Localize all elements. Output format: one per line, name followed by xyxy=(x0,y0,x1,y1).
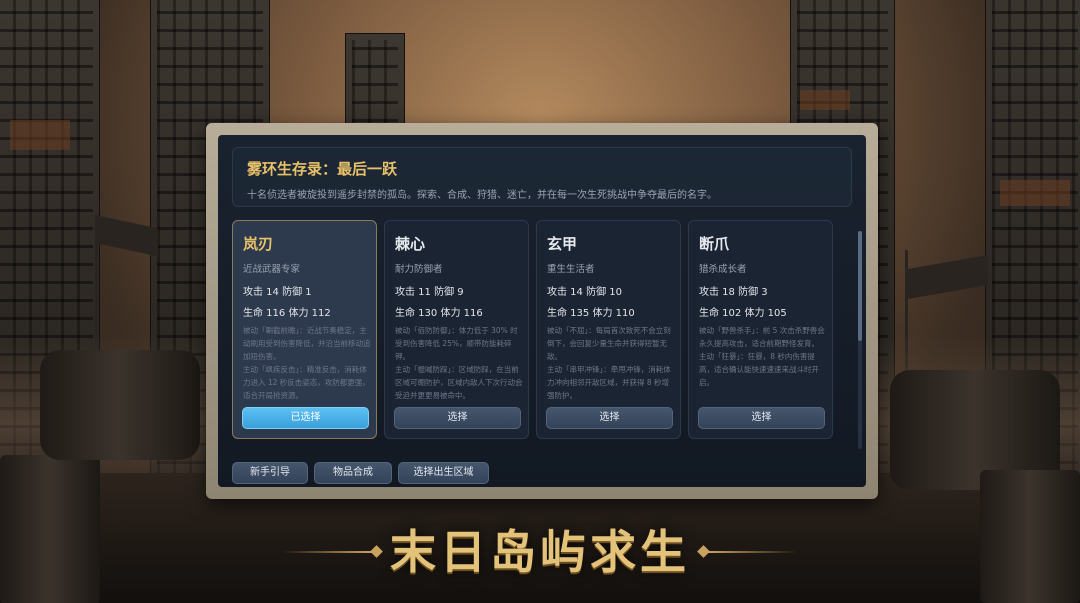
game-subtitle: 十名侦选者被旋投到遥步封禁的孤岛。探索、合成、狩猎、迷亡，并在每一次生死挑战中争… xyxy=(247,190,717,201)
character-name: 断爪 xyxy=(699,235,730,253)
banner-divider-left xyxy=(282,551,372,553)
card-scrollbar[interactable] xyxy=(858,231,862,449)
character-card-duanzhua[interactable]: 断爪 猎杀成长者 攻击 18 防御 3 生命 102 体力 105 被动「野兽杀… xyxy=(688,220,833,439)
character-active-skill: 主动「狂暴」：狂暴，8 秒内伤害提高，适合确认能快速速速来战斗时开启。 xyxy=(699,352,819,387)
character-role: 耐力防御者 xyxy=(395,264,443,275)
character-select-panel: 雾环生存录：最后一跃 十名侦选者被旋投到遥步封禁的孤岛。探索、合成、狩猎、迷亡，… xyxy=(218,135,866,487)
character-passive-skill: 被动「不屈」：每局首次致死不会立刻倒下，会回复少量生命并获得短暂无敌。 xyxy=(547,326,671,361)
game-title: 雾环生存录：最后一跃 xyxy=(247,160,398,178)
character-role: 近战武器专家 xyxy=(243,264,301,275)
character-passive-skill: 被动「野兽杀手」：前 5 次击杀野兽会永久提高攻击，适合前期野怪发育。 xyxy=(699,326,825,348)
character-skills: 被动「佰防防御」：体力低于 30% 时受到伤害降低 25%，顺带防能耗碎钾。 主… xyxy=(395,324,523,400)
character-passive-skill: 被动「唰截前瞻」：近战节奏稳定，主动刷用受到伤害降低，并沿当前移动追加短伤害。 xyxy=(243,326,371,361)
character-role: 重生生活者 xyxy=(547,264,595,275)
character-select-frame: 雾环生存录：最后一跃 十名侦选者被旋投到遥步封禁的孤岛。探索、合成、狩猎、迷亡，… xyxy=(206,123,878,499)
character-card-jixin[interactable]: 棘心 耐力防御者 攻击 11 防御 9 生命 130 体力 116 被动「佰防防… xyxy=(384,220,529,439)
game-header: 雾环生存录：最后一跃 十名侦选者被旋投到遥步封禁的孤岛。探索、合成、狩猎、迷亡，… xyxy=(232,147,852,207)
banner-divider-right xyxy=(708,551,798,553)
banner-ornament-left xyxy=(370,545,383,558)
character-name: 岚刃 xyxy=(243,235,274,253)
character-hp-stamina: 生命 135 体力 110 xyxy=(547,308,635,319)
selected-button[interactable]: 已选择 xyxy=(242,407,369,429)
select-button[interactable]: 选择 xyxy=(698,407,825,429)
character-hp-stamina: 生命 130 体力 116 xyxy=(395,308,483,319)
character-active-skill: 主动「串甲冲锋」：牵甩冲锋，消耗体力冲向相邻开敌区域，并获得 8 秒增强防护。 xyxy=(547,365,671,400)
character-attack-defense: 攻击 18 防御 3 xyxy=(699,287,768,298)
character-skills: 被动「不屈」：每局首次致死不会立刻倒下，会回复少量生命并获得短暂无敌。 主动「串… xyxy=(547,324,675,400)
character-active-skill: 主动「飒疾反击」：精准反击，消耗体力进入 12 秒反击姿态，攻防都更强，适合开局… xyxy=(243,365,370,400)
title-banner: 末日岛屿求生 xyxy=(0,522,1080,582)
character-attack-defense: 攻击 11 防御 9 xyxy=(395,287,464,298)
crafting-button[interactable]: 物品合成 xyxy=(314,462,392,484)
character-hp-stamina: 生命 102 体力 105 xyxy=(699,308,787,319)
machine-wreck-left xyxy=(40,350,200,460)
tattered-flag-right xyxy=(908,254,988,300)
spawn-area-button[interactable]: 选择出生区域 xyxy=(398,462,489,484)
tutorial-button[interactable]: 新手引导 xyxy=(232,462,308,484)
select-button[interactable]: 选择 xyxy=(394,407,521,429)
scrollbar-thumb[interactable] xyxy=(858,231,862,341)
character-active-skill: 主动「棍喊防踩」：区域防踩，在当前区域可绷防护，区域内敌人下次行动会受迫并更更易… xyxy=(395,365,523,400)
character-card-xuanjia[interactable]: 玄甲 重生生活者 攻击 14 防御 10 生命 135 体力 110 被动「不屈… xyxy=(536,220,681,439)
character-name: 棘心 xyxy=(395,235,426,253)
banner-title: 末日岛屿求生 xyxy=(390,525,690,579)
character-attack-defense: 攻击 14 防御 1 xyxy=(243,287,312,298)
character-passive-skill: 被动「佰防防御」：体力低于 30% 时受到伤害降低 25%，顺带防能耗碎钾。 xyxy=(395,326,518,361)
character-hp-stamina: 生命 116 体力 112 xyxy=(243,308,331,319)
select-button[interactable]: 选择 xyxy=(546,407,673,429)
character-card-lanren[interactable]: 岚刃 近战武器专家 攻击 14 防御 1 生命 116 体力 112 被动「唰截… xyxy=(232,220,377,439)
character-attack-defense: 攻击 14 防御 10 xyxy=(547,287,622,298)
character-skills: 被动「野兽杀手」：前 5 次击杀野兽会永久提高攻击，适合前期野怪发育。 主动「狂… xyxy=(699,324,827,400)
character-skills: 被动「唰截前瞻」：近战节奏稳定，主动刷用受到伤害降低，并沿当前移动追加短伤害。 … xyxy=(243,324,371,400)
character-role: 猎杀成长者 xyxy=(699,264,747,275)
character-name: 玄甲 xyxy=(547,235,578,253)
tattered-flag-left xyxy=(98,215,158,257)
